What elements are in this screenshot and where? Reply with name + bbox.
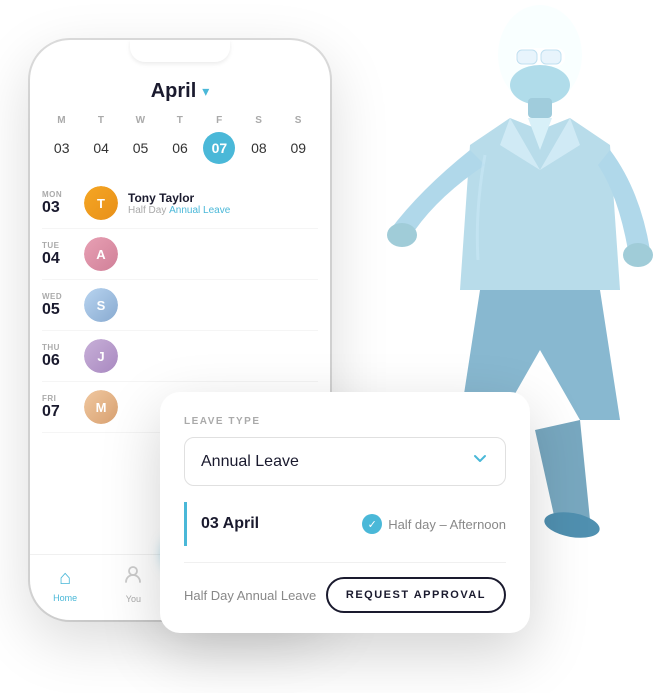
period-label: Half day – Afternoon <box>388 517 506 532</box>
nav-you[interactable]: You <box>123 565 143 604</box>
nav-you-label: You <box>126 594 141 604</box>
leave-type-label: LEAVE TYPE <box>184 416 506 427</box>
weekday-t2: T <box>160 115 199 126</box>
avatar-tony: T <box>84 186 118 220</box>
weekday-w: W <box>121 115 160 126</box>
week-dates-row: 03 04 05 06 07 08 09 <box>30 132 330 164</box>
month-title: April <box>151 80 197 103</box>
entry-mon-03: MON 03 T Tony Taylor Half Day Annual Lea… <box>42 178 318 229</box>
person-icon <box>123 565 143 591</box>
weekday-t1: T <box>81 115 120 126</box>
entry-tue-04: TUE 04 A <box>42 229 318 280</box>
entry-date-mon: MON 03 <box>42 190 74 217</box>
date-08[interactable]: 08 <box>239 132 278 164</box>
leave-type-dropdown[interactable]: Annual Leave <box>184 437 506 486</box>
leave-summary-text: Half Day Annual Leave <box>184 588 316 603</box>
entry-thu-06: THU 06 J <box>42 331 318 382</box>
leave-request-modal: LEAVE TYPE Annual Leave 03 April ✓ Half … <box>160 392 530 633</box>
request-approval-button[interactable]: REQUEST APPROVAL <box>326 577 506 613</box>
phone-notch <box>130 40 230 62</box>
entry-info-tony: Tony Taylor Half Day Annual Leave <box>128 191 318 216</box>
leave-date: 03 April <box>201 515 259 533</box>
date-06[interactable]: 06 <box>160 132 199 164</box>
date-07-active[interactable]: 07 <box>203 132 235 164</box>
modal-footer: Half Day Annual Leave REQUEST APPROVAL <box>184 562 506 613</box>
nav-home-label: Home <box>53 593 77 603</box>
weekday-f: F <box>200 115 239 126</box>
date-04[interactable]: 04 <box>81 132 120 164</box>
nav-home[interactable]: ⌂ Home <box>53 567 77 603</box>
check-icon: ✓ <box>362 514 382 534</box>
month-header[interactable]: April ▾ <box>30 70 330 115</box>
entry-wed-05: WED 05 S <box>42 280 318 331</box>
avatar-thu: J <box>84 339 118 373</box>
leave-period: ✓ Half day – Afternoon <box>362 514 506 534</box>
avatar-tue: A <box>84 237 118 271</box>
date-03[interactable]: 03 <box>42 132 81 164</box>
date-09[interactable]: 09 <box>279 132 318 164</box>
weekday-s2: S <box>279 115 318 126</box>
date-05[interactable]: 05 <box>121 132 160 164</box>
date-detail-section: 03 April ✓ Half day – Afternoon <box>184 502 506 546</box>
dropdown-chevron-icon <box>471 450 489 473</box>
entry-date-tue: TUE 04 <box>42 241 74 268</box>
avatar-wed: S <box>84 288 118 322</box>
entry-date-wed: WED 05 <box>42 292 74 319</box>
avatar-fri: M <box>84 390 118 424</box>
entry-date-fri: FRI 07 <box>42 394 74 421</box>
week-days-header: M T W T F S S <box>30 115 330 126</box>
weekday-m: M <box>42 115 81 126</box>
home-icon: ⌂ <box>59 567 71 590</box>
leave-type-value: Annual Leave <box>201 453 299 471</box>
month-chevron-icon: ▾ <box>202 83 209 100</box>
weekday-s1: S <box>239 115 278 126</box>
entry-date-thu: THU 06 <box>42 343 74 370</box>
